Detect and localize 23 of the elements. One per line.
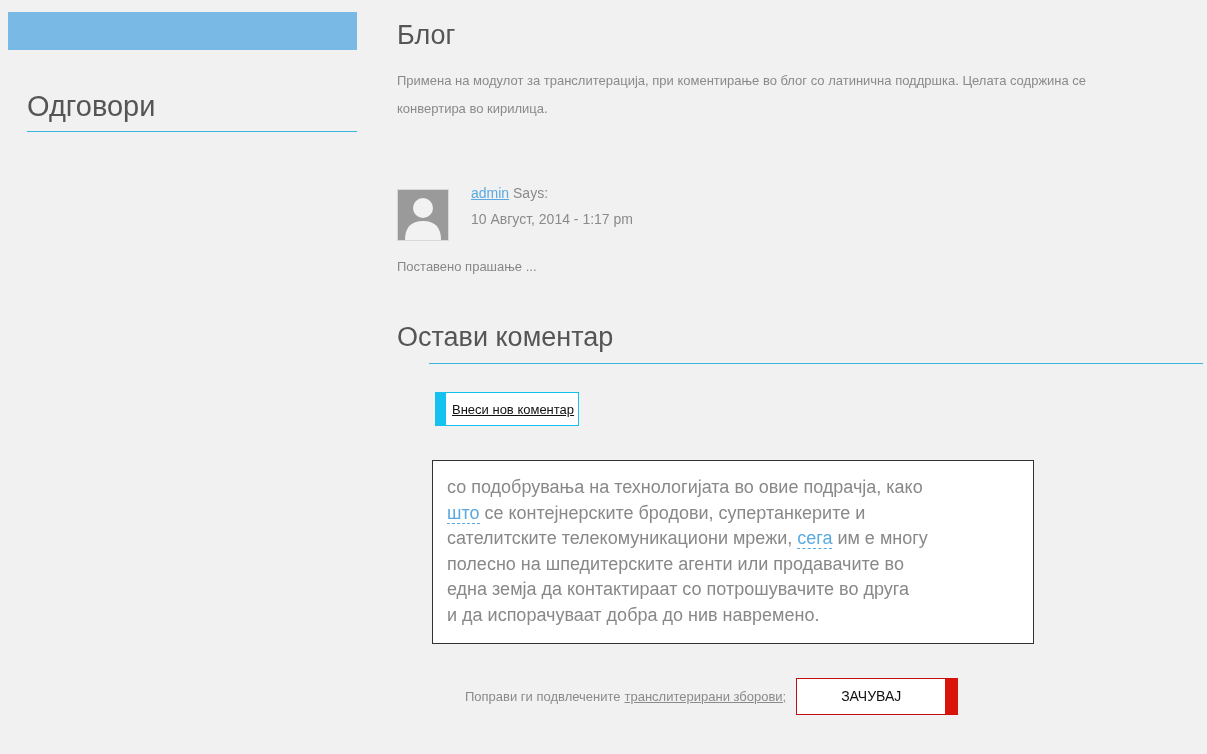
blog-description: Примена на модулот за транслитерација, при коментирање во блог со латинична поддршка. Целата содржина се конвертира во кирилица. — [397, 72, 1088, 118]
blog-title: Блог — [397, 20, 457, 51]
save-button[interactable]: ЗАЧУВАЈ — [796, 677, 959, 715]
hint-text: Поправи ги подвлечените — [465, 688, 621, 704]
sidebar-heading: Одговори — [27, 90, 357, 132]
comment-text-area[interactable] — [432, 460, 1034, 644]
comment-text: Поставено прашање ... — [397, 259, 538, 274]
hint-link[interactable]: транслитерирани зборови; — [624, 688, 787, 704]
transliterated-word[interactable]: сега — [797, 528, 833, 550]
transliterated-word[interactable]: што — [447, 502, 480, 524]
comment-text-line: сателитските телекомуникациони мрежи, — [447, 528, 794, 549]
comment-text-line: со подобрувања на технологијата во овие подрачја, како — [447, 477, 923, 497]
author-link[interactable]: admin — [471, 185, 510, 201]
comment-text-line: се контејнерските бродови, супертанкерите и — [483, 502, 866, 523]
new-comment-button[interactable]: Внеси нов коментар — [435, 392, 580, 426]
reply-heading: Остави коментар — [397, 322, 615, 353]
avatar-icon — [397, 189, 449, 241]
comment-text-line: една земја да контактираат со потрошувачите во друга — [447, 579, 909, 600]
comment-text-line: полесно на шпедитерските агенти или продавачите во — [447, 553, 904, 574]
comment-text-line: и да испорачуваат добра до нив навремено. — [447, 604, 820, 625]
says-label: Says: — [513, 185, 549, 201]
comment-text-line: им е многу — [836, 528, 928, 549]
comment-date: 10 Август, 2014 - 1:17 pm — [471, 211, 633, 227]
